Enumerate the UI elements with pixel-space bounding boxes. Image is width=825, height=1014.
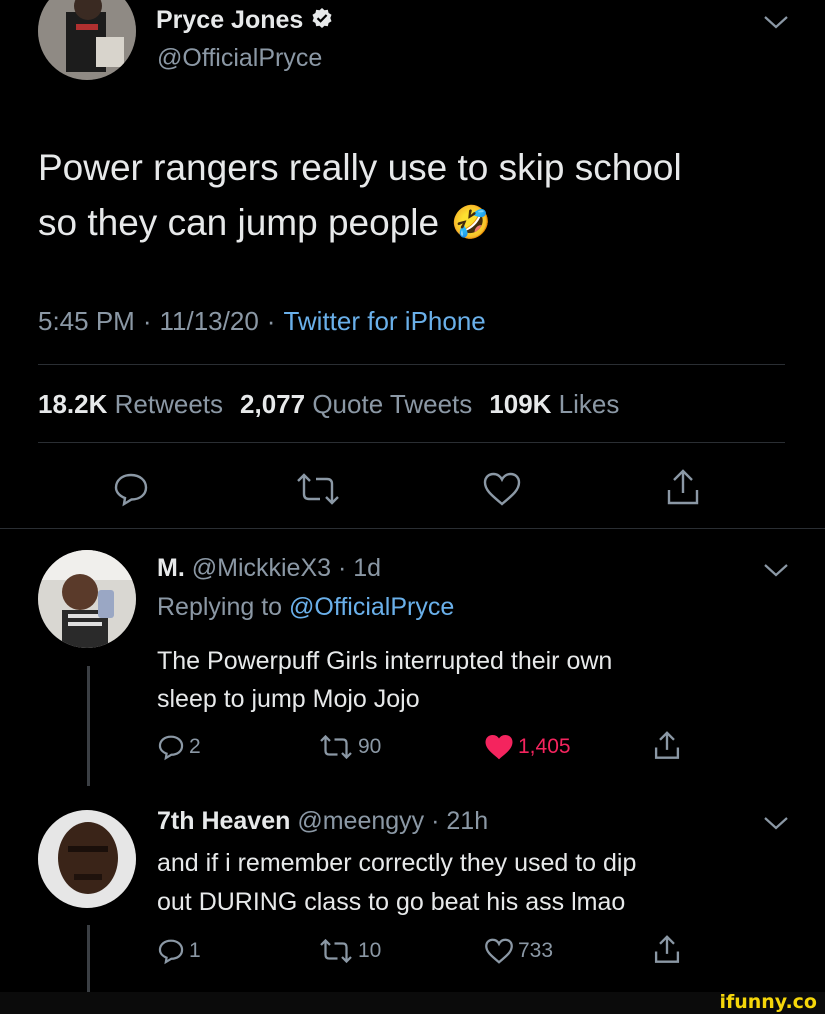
- like-heart-icon[interactable]: [482, 471, 522, 507]
- divider: [0, 528, 825, 529]
- reply-2-text: and if i remember correctly they used to…: [157, 849, 637, 916]
- reply-1-time: 1d: [353, 554, 382, 582]
- reply-icon: [158, 939, 184, 965]
- thread-connector-line: [87, 666, 90, 786]
- rofl-emoji-icon: 🤣: [451, 204, 491, 240]
- verified-badge-icon: [311, 7, 333, 34]
- replying-to-handle-link[interactable]: @OfficialPryce: [289, 593, 454, 621]
- reply-1-replying-to: Replying to @OfficialPryce: [157, 593, 455, 621]
- like-heart-icon: [485, 734, 513, 760]
- reply-2-name[interactable]: 7th Heaven: [157, 807, 290, 835]
- chevron-down-icon[interactable]: [763, 562, 789, 578]
- reply-2-time: 21h: [446, 807, 489, 835]
- tweet-text: Power rangers really use to skip school …: [38, 140, 682, 250]
- reply-2-header: 7th Heaven @meengyy · 21h: [157, 807, 489, 835]
- reply-2-retweet-button[interactable]: 10: [318, 938, 381, 964]
- reply-1-reply-button[interactable]: 2: [157, 733, 201, 761]
- retweet-icon[interactable]: [294, 472, 342, 506]
- retweet-icon: [320, 734, 352, 760]
- reply-1-like-button[interactable]: 1,405: [484, 733, 571, 761]
- reply-1-name[interactable]: M.: [157, 554, 185, 582]
- reply-2-handle[interactable]: @meengyy: [297, 807, 424, 835]
- share-icon[interactable]: [665, 468, 701, 508]
- reply-1-handle[interactable]: @MickkieX3: [192, 554, 331, 582]
- ifunny-watermark: ifunny.co: [719, 991, 817, 1013]
- reply-1-avatar[interactable]: [38, 550, 136, 648]
- retweet-icon: [320, 938, 352, 964]
- quote-tweets-stat[interactable]: 2,077 Quote Tweets: [240, 389, 472, 420]
- divider: [38, 364, 785, 365]
- author-avatar[interactable]: [38, 0, 136, 80]
- like-heart-icon: [485, 938, 513, 964]
- tweet-time: 5:45 PM: [38, 306, 135, 336]
- reply-2-reply-button[interactable]: 1: [157, 937, 201, 965]
- divider: [38, 442, 785, 443]
- tweet-text-line-2: so they can jump people: [38, 202, 440, 243]
- reply-1-header: M. @MickkieX3 · 1d: [157, 554, 382, 582]
- reply-2-avatar[interactable]: [38, 810, 136, 908]
- reply-2-share-icon[interactable]: [653, 934, 681, 966]
- author-handle[interactable]: @OfficialPryce: [157, 44, 322, 73]
- reply-1-text: The Powerpuff Girls interrupted their ow…: [157, 647, 613, 713]
- chevron-down-icon[interactable]: [763, 14, 789, 30]
- thread-connector-line: [87, 925, 90, 995]
- tweet-stats: 18.2K Retweets 2,077 Quote Tweets 109K L…: [38, 389, 619, 420]
- tweet-meta: 5:45 PM · 11/13/20 · Twitter for iPhone: [38, 306, 486, 337]
- reply-2-like-button[interactable]: 733: [484, 937, 553, 965]
- likes-stat[interactable]: 109K Likes: [489, 389, 619, 420]
- author-name[interactable]: Pryce Jones: [156, 6, 303, 35]
- reply-icon: [158, 735, 184, 761]
- reply-icon[interactable]: [112, 470, 150, 508]
- retweets-stat[interactable]: 18.2K Retweets: [38, 389, 223, 420]
- reply-1-share-icon[interactable]: [653, 730, 681, 762]
- watermark-bar: [0, 992, 825, 1014]
- tweet-text-line-1: Power rangers really use to skip school: [38, 147, 682, 188]
- tweet-source-link[interactable]: Twitter for iPhone: [283, 306, 485, 337]
- tweet-date: 11/13/20: [159, 306, 259, 336]
- reply-1-retweet-button[interactable]: 90: [318, 734, 381, 760]
- chevron-down-icon[interactable]: [763, 815, 789, 831]
